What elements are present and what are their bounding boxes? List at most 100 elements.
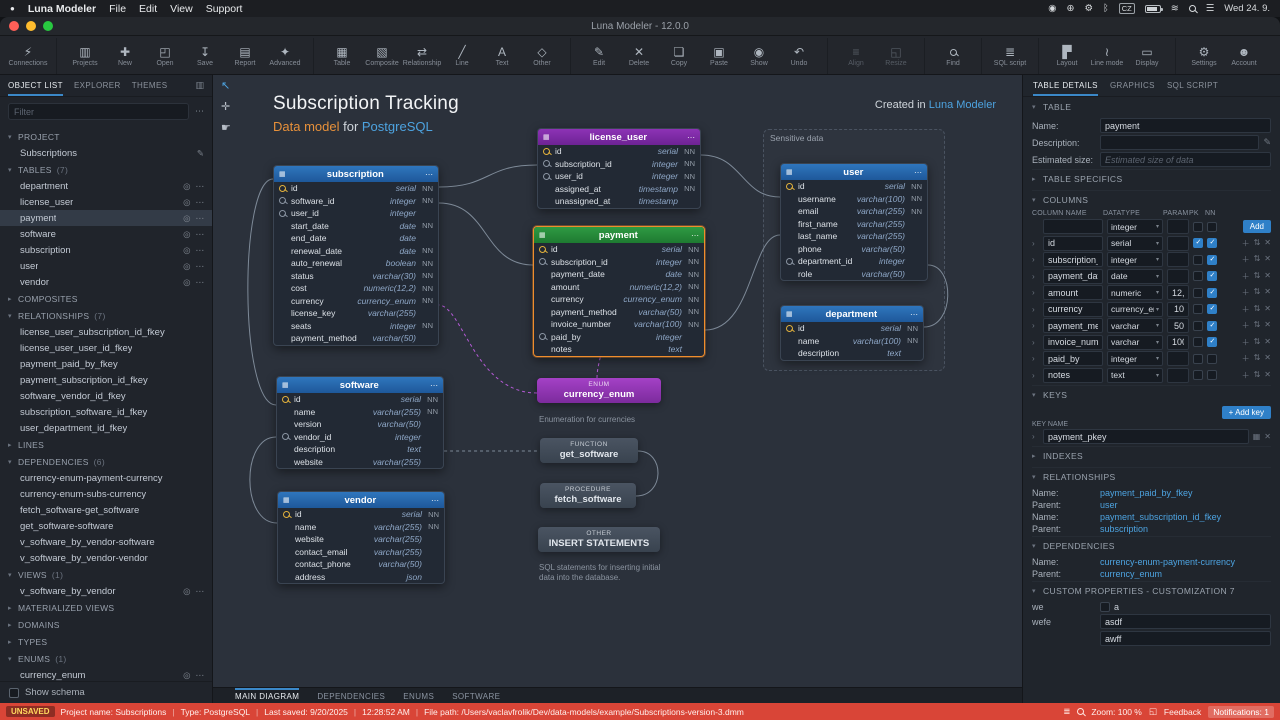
notifications-badge[interactable]: Notifications: 1 <box>1208 705 1274 718</box>
column-name-input[interactable] <box>1043 301 1103 317</box>
battery-icon[interactable] <box>1144 4 1163 13</box>
delete-column-icon[interactable]: ✕ <box>1264 254 1271 265</box>
entity-column-row[interactable]: email varchar(255) NN <box>781 205 927 218</box>
entity-column-row[interactable]: last_name varchar(255) <box>781 230 927 243</box>
zoom-list-icon[interactable]: ≣ <box>1063 706 1070 717</box>
toolbar-other-button[interactable]: ◇ Other <box>522 38 562 74</box>
entity-menu-icon[interactable]: ⋯ <box>430 381 438 390</box>
column-name-input[interactable] <box>1043 285 1103 300</box>
section-columns[interactable]: ▾ COLUMNS <box>1032 190 1271 209</box>
section-indexes[interactable]: ▸ INDEXES <box>1032 446 1271 465</box>
visibility-eye-icon[interactable]: ◎ <box>183 197 190 208</box>
dependency-parent-link[interactable]: currency_enum <box>1100 569 1162 579</box>
entity-subscription[interactable]: ▦ subscription ⋯ id serial NN software_id integ… <box>273 165 439 346</box>
expand-row-icon[interactable]: › <box>1032 354 1039 363</box>
diagram-tab-main-diagram[interactable]: MAIN DIAGRAM <box>235 688 300 703</box>
column-param-input[interactable] <box>1167 285 1189 300</box>
column-name-input[interactable] <box>1043 252 1103 267</box>
toolbar-edit-button[interactable]: ✎ Edit <box>579 38 619 74</box>
key-name-input[interactable] <box>1043 429 1249 444</box>
entity-column-row[interactable]: auto_renewal boolean NN <box>274 257 438 270</box>
pk-checkbox[interactable] <box>1193 287 1203 298</box>
custom-property-input[interactable] <box>1100 614 1271 629</box>
column-name-input[interactable] <box>1043 334 1103 350</box>
tree-item-subscriptions[interactable]: Subscriptions ✎ <box>0 145 212 161</box>
delete-column-icon[interactable]: ✕ <box>1264 238 1271 249</box>
visibility-eye-icon[interactable]: ◎ <box>183 277 190 288</box>
more-options-icon[interactable]: ⋯ <box>196 213 205 224</box>
panel-tab-table-details[interactable]: TABLE DETAILS <box>1033 76 1098 96</box>
entity-menu-icon[interactable]: ⋯ <box>687 133 695 142</box>
datatype-select[interactable]: text ▾ <box>1107 367 1163 383</box>
entity-column-row[interactable]: description text <box>277 443 443 456</box>
entity-column-row[interactable]: address json <box>278 571 444 584</box>
toolbar-copy-button[interactable]: ❏ Copy <box>659 38 699 74</box>
diagram-tab-enums[interactable]: ENUMS <box>403 688 434 703</box>
relationship-parent-link[interactable]: subscription <box>1100 524 1148 534</box>
tree-item-get-software-software[interactable]: get_software-software <box>0 518 212 534</box>
entity-software[interactable]: ▦ software ⋯ id serial NN name varchar(255) NN ve… <box>276 376 444 469</box>
column-param-input[interactable] <box>1167 351 1189 366</box>
entity-column-row[interactable]: name varchar(255) NN <box>277 406 443 419</box>
tree-section-relationships[interactable]: ▾ RELATIONSHIPS (7) <box>0 307 212 324</box>
relationship-line-3[interactable] <box>704 234 781 331</box>
menu-item-edit[interactable]: Edit <box>139 3 157 15</box>
more-options-icon[interactable]: ⋯ <box>196 261 205 272</box>
diagram-canvas[interactable]: ↖ ✛ ☛ Subscription Tracking Data model for… <box>213 75 1022 703</box>
more-options-icon[interactable]: ⋯ <box>196 586 205 597</box>
visibility-eye-icon[interactable]: ◎ <box>183 586 190 597</box>
new-column-nn-checkbox[interactable] <box>1207 221 1217 232</box>
tree-item-payment[interactable]: payment ◎ ⋯ <box>0 210 212 226</box>
entity-header[interactable]: ▦ vendor ⋯ <box>278 492 444 508</box>
pk-checkbox[interactable] <box>1193 337 1203 347</box>
column-name-input[interactable] <box>1043 351 1103 366</box>
dependency-name-link[interactable]: currency-enum-payment-currency <box>1100 557 1235 567</box>
reorder-icon[interactable]: ⇅ <box>1254 254 1261 265</box>
reorder-icon[interactable]: ⇅ <box>1254 337 1261 348</box>
new-column-pk-checkbox[interactable] <box>1193 221 1203 232</box>
toolbar-undo-button[interactable]: ↶ Undo <box>779 38 819 74</box>
object-currency-enum[interactable]: ENUM currency_enum <box>537 378 661 403</box>
delete-column-icon[interactable]: ✕ <box>1264 353 1271 364</box>
edit-pencil-icon[interactable]: ✎ <box>197 148 204 159</box>
reorder-icon[interactable]: ⇅ <box>1254 353 1261 364</box>
more-options-icon[interactable]: ⋯ <box>196 670 205 681</box>
relationship-line-6[interactable] <box>249 436 278 524</box>
pk-checkbox[interactable] <box>1193 370 1203 380</box>
add-below-icon[interactable]: ＋ <box>1242 238 1250 249</box>
relationship-name-link[interactable]: payment_subscription_id_fkey <box>1100 512 1221 522</box>
tree-section-materialized-views[interactable]: ▸ MATERIALIZED VIEWS <box>0 599 212 616</box>
add-below-icon[interactable]: ＋ <box>1242 370 1250 381</box>
toolbar-paste-button[interactable]: ▣ Paste <box>699 38 739 74</box>
wifi-icon[interactable]: ≋ <box>1171 3 1179 14</box>
delete-column-icon[interactable]: ✕ <box>1264 287 1271 298</box>
record-icon[interactable]: ◉ <box>1048 3 1056 14</box>
tree-section-project[interactable]: ▾ PROJECT <box>0 128 212 145</box>
entity-header[interactable]: ▦ department ⋯ <box>781 306 923 322</box>
datatype-select[interactable]: integer ▾ <box>1107 219 1163 234</box>
column-name-input[interactable] <box>1043 235 1103 251</box>
entity-column-row[interactable]: currency currency_enum NN <box>534 293 704 306</box>
keyboard-layout-badge[interactable]: CZ <box>1118 3 1135 14</box>
object-fetch-software[interactable]: PROCEDURE fetch_software <box>540 483 636 508</box>
column-param-input[interactable] <box>1167 301 1189 317</box>
select-tool[interactable]: ↖ <box>221 79 231 92</box>
entity-vendor[interactable]: ▦ vendor ⋯ id serial NN name varchar(255) NN webs… <box>277 491 445 584</box>
tree-section-tables[interactable]: ▾ TABLES (7) <box>0 161 212 178</box>
nn-checkbox[interactable] <box>1207 287 1217 298</box>
delete-column-icon[interactable]: ✕ <box>1264 271 1271 282</box>
entity-column-row[interactable]: payment_method varchar(50) NN <box>534 306 704 319</box>
zoom-search-icon[interactable] <box>1077 708 1085 715</box>
pk-checkbox[interactable] <box>1193 320 1203 331</box>
expand-row-icon[interactable]: › <box>1032 371 1039 380</box>
section-custom-properties[interactable]: ▾ CUSTOM PROPERTIES - CUSTOMIZATION 7 <box>1032 581 1271 600</box>
more-options-icon[interactable]: ⋯ <box>196 229 205 240</box>
spotlight-search-icon[interactable] <box>1188 5 1196 12</box>
reorder-icon[interactable]: ⇅ <box>1254 238 1261 249</box>
entity-menu-icon[interactable]: ⋯ <box>910 310 918 319</box>
entity-column-row[interactable]: id serial NN <box>278 508 444 521</box>
toolbar-advanced-button[interactable]: ✦ Advanced <box>265 38 305 74</box>
entity-column-row[interactable]: user_id integer <box>274 207 438 220</box>
tree-item-payment-paid-by-fkey[interactable]: payment_paid_by_fkey <box>0 356 212 372</box>
entity-column-row[interactable]: renewal_date date NN <box>274 245 438 258</box>
